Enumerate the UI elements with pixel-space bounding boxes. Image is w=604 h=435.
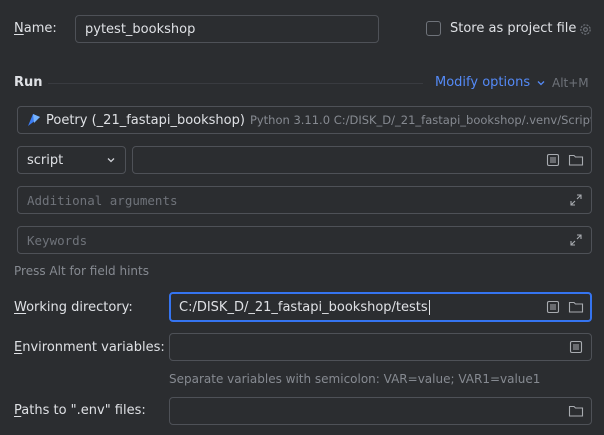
- chevron-down-icon: [106, 155, 116, 165]
- target-type-select[interactable]: script: [17, 146, 126, 174]
- list-icon[interactable]: [568, 339, 584, 355]
- env-vars-mnemonic: E: [14, 340, 23, 355]
- name-label: Name:: [14, 21, 57, 36]
- env-vars-label-text: nvironment variables:: [22, 340, 165, 355]
- env-vars-input[interactable]: [169, 333, 592, 361]
- keywords-placeholder: Keywords: [27, 232, 88, 248]
- list-icon[interactable]: [545, 299, 561, 315]
- list-icon[interactable]: [545, 152, 561, 168]
- poetry-icon: [27, 113, 41, 127]
- env-files-label-text: aths to ".env" files:: [21, 403, 146, 418]
- folder-icon[interactable]: [568, 403, 584, 419]
- modify-options-label: Modify options: [435, 75, 531, 90]
- name-label-text: ame:: [23, 21, 57, 36]
- field-hints-note: Press Alt for field hints: [14, 264, 149, 278]
- interpreter-select[interactable]: Poetry (_21_fastapi_bookshop) Python 3.1…: [17, 106, 592, 134]
- keywords-input[interactable]: Keywords: [17, 226, 592, 254]
- modify-options-link[interactable]: Modify options: [435, 75, 546, 90]
- interpreter-name: Poetry (_21_fastapi_bookshop): [46, 112, 245, 128]
- store-project-file-checkbox[interactable]: [426, 21, 441, 36]
- working-directory-label-text: orking directory:: [26, 300, 133, 315]
- env-vars-label: Environment variables:: [14, 340, 165, 355]
- store-project-file-label[interactable]: Store as project file: [450, 21, 576, 36]
- target-type-value: script: [27, 152, 64, 168]
- env-vars-hint: Separate variables with semicolon: VAR=v…: [169, 372, 541, 386]
- text-cursor: [428, 299, 430, 315]
- run-section-title: Run: [14, 75, 43, 90]
- working-directory-value: C:/DISK_D/_21_fastapi_bookshop/tests: [179, 299, 428, 315]
- name-input[interactable]: pytest_bookshop: [75, 15, 379, 43]
- folder-icon[interactable]: [568, 152, 584, 168]
- name-input-value: pytest_bookshop: [85, 21, 196, 37]
- expand-icon[interactable]: [568, 192, 584, 208]
- env-files-label: Paths to ".env" files:: [14, 403, 146, 418]
- script-path-input[interactable]: [132, 146, 592, 174]
- folder-icon[interactable]: [568, 299, 584, 315]
- working-directory-input[interactable]: C:/DISK_D/_21_fastapi_bookshop/tests: [169, 292, 592, 322]
- name-label-mnemonic: N: [14, 21, 24, 36]
- env-files-input[interactable]: [169, 397, 592, 425]
- expand-icon[interactable]: [568, 232, 584, 248]
- working-directory-mnemonic: W: [14, 300, 27, 315]
- interpreter-detail: Python 3.11.0 C:/DISK_D/_21_fastapi_book…: [249, 113, 591, 127]
- additional-arguments-input[interactable]: Additional arguments: [17, 186, 592, 214]
- additional-arguments-placeholder: Additional arguments: [27, 192, 178, 208]
- working-directory-label: Working directory:: [14, 300, 133, 315]
- modify-options-shortcut: Alt+M: [552, 76, 589, 90]
- chevron-down-icon: [536, 78, 546, 88]
- run-separator: [48, 83, 423, 84]
- gear-icon[interactable]: [577, 21, 593, 37]
